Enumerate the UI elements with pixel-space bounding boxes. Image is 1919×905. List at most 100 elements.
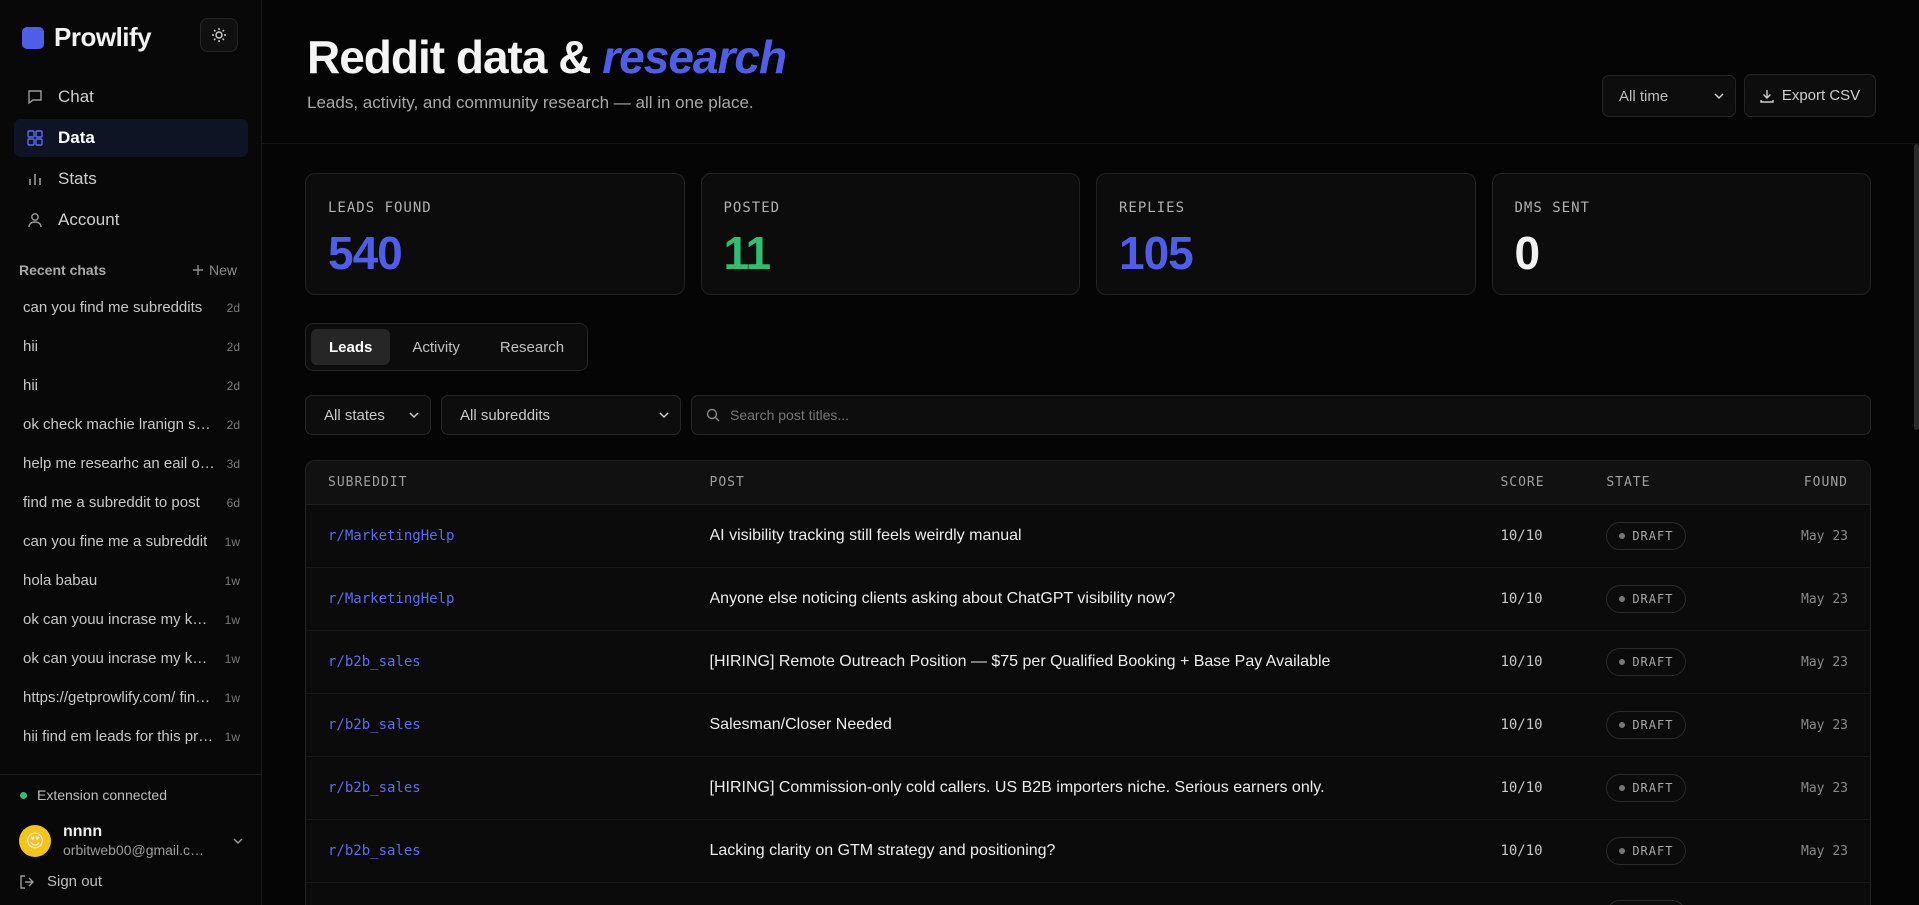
scrollbar-thumb[interactable] [1914,144,1919,430]
tab-activity[interactable]: Activity [394,329,478,365]
user-menu[interactable]: 😍 nnnn orbitweb00@gmail.com [19,821,244,861]
col-found[interactable]: FOUND [1756,475,1870,490]
chevron-down-icon [659,412,669,419]
brand[interactable]: Prowlify [22,22,152,53]
col-score[interactable]: SCORE [1500,475,1606,490]
post-title[interactable]: Lacking clarity on GTM strategy and posi… [710,842,1480,860]
subreddit-link[interactable]: r/b2b_sales [328,654,421,670]
chat-item[interactable]: hii 2d [14,366,248,405]
chat-item[interactable]: https://getprowlify.com/ find leads 1w [14,678,248,717]
chat-item[interactable]: can you fine me a subreddit 1w [14,522,248,561]
col-post[interactable]: POST [710,475,1501,490]
badge-text: DRAFT [1632,592,1674,606]
tab-research[interactable]: Research [482,329,582,365]
tab-leads[interactable]: Leads [311,329,391,365]
page-subtitle: Leads, activity, and community research … [307,93,754,112]
chat-item[interactable]: hii 2d [14,327,248,366]
found-date: May 23 [1801,781,1848,796]
chat-item[interactable]: ok can youu incrase my karma 1w [14,600,248,639]
chat-age: 1w [224,690,240,705]
subreddit-link[interactable]: r/MarketingHelp [328,591,454,607]
badge-dot [1619,533,1626,539]
post-title[interactable]: Anyone else noticing clients asking abou… [710,590,1480,608]
sidebar-nav: Chat Data Stats Account [14,78,248,242]
subreddit-link[interactable]: r/b2b_sales [328,843,421,859]
table-header: SUBREDDIT POST SCORE STATE FOUND [306,461,1870,505]
time-range-value: All time [1619,87,1669,105]
chat-title: find me a subreddit to post [23,494,200,511]
nav-label-account: Account [58,210,120,229]
table-row[interactable]: r/MarketingHelp AI visibility tracking s… [306,505,1870,568]
subreddit-link[interactable]: r/b2b_sales [328,717,421,733]
sidebar-footer: Extension connected 😍 nnnn orbitweb00@gm… [0,774,262,905]
sign-out-button[interactable]: Sign out [19,873,102,890]
stat-value: 11 [723,227,772,279]
stat-label: REPLIES [1119,200,1186,216]
sign-out-label: Sign out [47,873,103,890]
subreddit-filter-select[interactable]: All subreddits [441,395,681,435]
badge-text: DRAFT [1632,529,1674,543]
search-input[interactable] [730,407,1630,423]
table-row[interactable]: DRAFT [306,883,1870,905]
found-date: May 23 [1801,529,1848,544]
chat-item[interactable]: ok can youu incrase my karma 1w [14,639,248,678]
table-row[interactable]: r/MarketingHelp Anyone else noticing cli… [306,568,1870,631]
theme-toggle-button[interactable] [200,18,238,52]
nav-item-data[interactable]: Data [14,119,248,157]
sidebar: Prowlify Chat Data Stats Account Recent … [0,0,262,905]
stat-label: POSTED [723,200,781,216]
chat-age: 1w [224,534,240,549]
status-badge: DRAFT [1606,900,1687,905]
chat-item[interactable]: ok check machie lranign subreddits 2d [14,405,248,444]
chat-title: hii [23,338,39,355]
badge-text: DRAFT [1632,781,1674,795]
chat-item[interactable]: can you find me subreddits 2d [14,288,248,327]
search-icon [706,408,720,422]
badge-dot [1619,722,1626,728]
subreddit-link[interactable]: r/b2b_sales [328,780,421,796]
time-range-select[interactable]: All time [1602,75,1736,117]
nav-item-chat[interactable]: Chat [14,78,248,116]
chat-item[interactable]: hola babau 1w [14,561,248,600]
chat-item[interactable]: help me researhc an eail outreach 3d [14,444,248,483]
app-root: Prowlify Chat Data Stats Account Recent … [0,0,1919,905]
chat-title: https://getprowlify.com/ find leads [23,689,215,706]
export-csv-label: Export CSV [1781,87,1861,104]
post-title[interactable]: AI visibility tracking still feels weird… [710,527,1480,545]
data-tabs: Leads Activity Research [305,323,589,371]
nav-item-stats[interactable]: Stats [14,160,248,198]
badge-dot [1619,785,1626,791]
title-accent: research [602,31,787,83]
user-icon [28,213,42,228]
chat-icon [28,90,42,105]
nav-item-account[interactable]: Account [14,201,248,239]
chat-title: can you fine me a subreddit [23,533,208,550]
post-title[interactable]: [HIRING] Commission-only cold callers. U… [710,779,1480,797]
score-value: 10/10 [1500,654,1543,670]
new-chat-button[interactable]: New [192,262,237,278]
chat-title: ok can youu incrase my karma [23,650,215,667]
table-row[interactable]: r/b2b_sales [HIRING] Commission-only col… [306,757,1870,820]
main-content: Reddit data & research Leads, activity, … [262,0,1919,905]
col-state[interactable]: STATE [1606,475,1756,490]
table-row[interactable]: r/b2b_sales Salesman/Closer Needed 10/10… [306,694,1870,757]
leads-table: SUBREDDIT POST SCORE STATE FOUND r/Marke… [305,460,1871,905]
col-subreddit[interactable]: SUBREDDIT [306,475,710,490]
table-row[interactable]: r/b2b_sales [HIRING] Remote Outreach Pos… [306,631,1870,694]
score-value: 10/10 [1500,780,1543,796]
export-csv-button[interactable]: Export CSV [1744,74,1876,117]
status-badge: DRAFT [1606,837,1687,865]
nav-label-data: Data [58,128,95,147]
status-badge: DRAFT [1606,648,1687,676]
stat-card-leads: LEADS FOUND 540 [305,173,685,295]
found-date: May 23 [1801,655,1848,670]
chat-item[interactable]: find me a subreddit to post 6d [14,483,248,522]
chat-item[interactable]: hii find em leads for this product 1w [14,717,248,756]
post-title[interactable]: [HIRING] Remote Outreach Position — $75 … [710,653,1480,671]
post-title[interactable]: Salesman/Closer Needed [710,716,1480,734]
table-row[interactable]: r/b2b_sales Lacking clarity on GTM strat… [306,820,1870,883]
stat-card-dms: DMS SENT 0 [1491,173,1871,295]
state-filter-select[interactable]: All states [305,395,431,435]
page-title: Reddit data & research [307,30,787,84]
subreddit-link[interactable]: r/MarketingHelp [328,528,454,544]
